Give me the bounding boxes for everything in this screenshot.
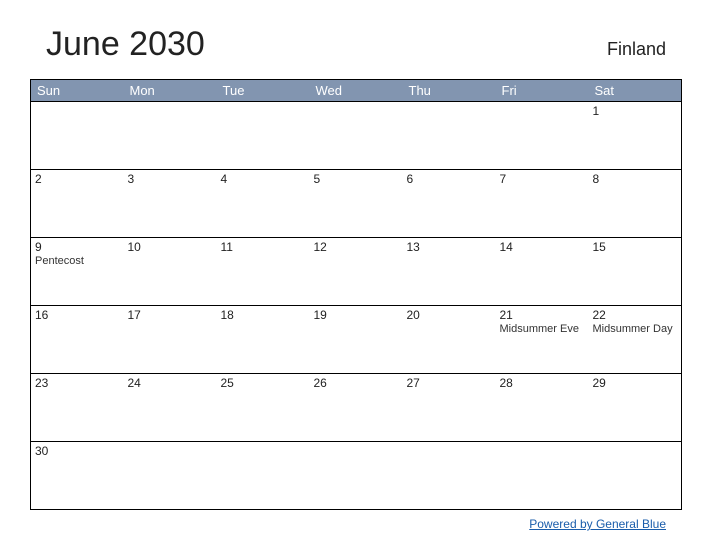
week-row: 23 24 25 26 27 28 29 bbox=[31, 374, 682, 442]
day-cell bbox=[403, 102, 496, 170]
day-cell: 8 bbox=[589, 170, 682, 238]
weekday-mon: Mon bbox=[124, 80, 217, 102]
calendar-body: 1 2 3 4 5 6 7 8 9Pentecost 10 11 12 13 1… bbox=[31, 102, 682, 510]
day-cell: 28 bbox=[496, 374, 589, 442]
day-number: 5 bbox=[314, 172, 399, 186]
footer: Powered by General Blue bbox=[30, 515, 682, 533]
day-number: 8 bbox=[593, 172, 678, 186]
day-number: 30 bbox=[35, 444, 120, 458]
week-row: 16 17 18 19 20 21Midsummer Eve 22Midsumm… bbox=[31, 306, 682, 374]
day-cell: 11 bbox=[217, 238, 310, 306]
day-number: 4 bbox=[221, 172, 306, 186]
day-cell bbox=[496, 442, 589, 510]
week-row: 1 bbox=[31, 102, 682, 170]
day-cell: 5 bbox=[310, 170, 403, 238]
day-event: Midsummer Day bbox=[593, 323, 678, 335]
weekday-tue: Tue bbox=[217, 80, 310, 102]
day-number: 22 bbox=[593, 308, 678, 322]
day-cell: 21Midsummer Eve bbox=[496, 306, 589, 374]
day-cell: 2 bbox=[31, 170, 124, 238]
day-number: 10 bbox=[128, 240, 213, 254]
day-cell: 4 bbox=[217, 170, 310, 238]
day-cell: 1 bbox=[589, 102, 682, 170]
day-cell bbox=[496, 102, 589, 170]
day-number: 6 bbox=[407, 172, 492, 186]
weekday-sun: Sun bbox=[31, 80, 124, 102]
day-cell: 18 bbox=[217, 306, 310, 374]
page-title: June 2030 bbox=[46, 25, 205, 64]
day-cell: 25 bbox=[217, 374, 310, 442]
weekday-fri: Fri bbox=[496, 80, 589, 102]
day-number: 25 bbox=[221, 376, 306, 390]
day-number: 20 bbox=[407, 308, 492, 322]
day-number: 17 bbox=[128, 308, 213, 322]
day-cell: 16 bbox=[31, 306, 124, 374]
day-cell: 17 bbox=[124, 306, 217, 374]
day-number: 7 bbox=[500, 172, 585, 186]
day-cell bbox=[589, 442, 682, 510]
weekday-wed: Wed bbox=[310, 80, 403, 102]
day-cell: 24 bbox=[124, 374, 217, 442]
day-cell: 15 bbox=[589, 238, 682, 306]
day-number: 16 bbox=[35, 308, 120, 322]
day-cell: 27 bbox=[403, 374, 496, 442]
day-number: 12 bbox=[314, 240, 399, 254]
day-number: 19 bbox=[314, 308, 399, 322]
weekday-sat: Sat bbox=[589, 80, 682, 102]
day-event: Pentecost bbox=[35, 255, 120, 267]
powered-by-link[interactable]: Powered by General Blue bbox=[529, 517, 666, 531]
day-cell: 7 bbox=[496, 170, 589, 238]
day-cell: 20 bbox=[403, 306, 496, 374]
day-number: 9 bbox=[35, 240, 120, 254]
day-cell: 13 bbox=[403, 238, 496, 306]
day-number: 2 bbox=[35, 172, 120, 186]
day-cell: 23 bbox=[31, 374, 124, 442]
day-cell: 29 bbox=[589, 374, 682, 442]
day-number: 23 bbox=[35, 376, 120, 390]
day-cell: 19 bbox=[310, 306, 403, 374]
week-row: 30 bbox=[31, 442, 682, 510]
day-cell: 3 bbox=[124, 170, 217, 238]
day-number: 26 bbox=[314, 376, 399, 390]
day-cell bbox=[217, 102, 310, 170]
day-number: 13 bbox=[407, 240, 492, 254]
day-number: 24 bbox=[128, 376, 213, 390]
weekday-thu: Thu bbox=[403, 80, 496, 102]
day-cell: 30 bbox=[31, 442, 124, 510]
calendar-header: June 2030 Finland bbox=[30, 25, 682, 64]
day-cell: 26 bbox=[310, 374, 403, 442]
day-cell bbox=[403, 442, 496, 510]
weekday-header-row: Sun Mon Tue Wed Thu Fri Sat bbox=[31, 80, 682, 102]
day-cell: 12 bbox=[310, 238, 403, 306]
region-label: Finland bbox=[607, 39, 666, 60]
day-number: 28 bbox=[500, 376, 585, 390]
day-number: 29 bbox=[593, 376, 678, 390]
day-number: 3 bbox=[128, 172, 213, 186]
day-event: Midsummer Eve bbox=[500, 323, 585, 335]
day-number: 18 bbox=[221, 308, 306, 322]
day-cell: 14 bbox=[496, 238, 589, 306]
day-number: 27 bbox=[407, 376, 492, 390]
day-cell bbox=[124, 442, 217, 510]
week-row: 2 3 4 5 6 7 8 bbox=[31, 170, 682, 238]
day-cell: 6 bbox=[403, 170, 496, 238]
day-cell bbox=[31, 102, 124, 170]
day-cell bbox=[310, 442, 403, 510]
day-cell bbox=[310, 102, 403, 170]
day-cell: 9Pentecost bbox=[31, 238, 124, 306]
day-cell: 22Midsummer Day bbox=[589, 306, 682, 374]
calendar-table: Sun Mon Tue Wed Thu Fri Sat 1 2 3 4 5 6 … bbox=[30, 79, 682, 510]
week-row: 9Pentecost 10 11 12 13 14 15 bbox=[31, 238, 682, 306]
day-cell bbox=[217, 442, 310, 510]
day-number: 21 bbox=[500, 308, 585, 322]
day-number: 15 bbox=[593, 240, 678, 254]
day-number: 14 bbox=[500, 240, 585, 254]
day-cell bbox=[124, 102, 217, 170]
day-number: 1 bbox=[593, 104, 678, 118]
day-cell: 10 bbox=[124, 238, 217, 306]
day-number: 11 bbox=[221, 240, 306, 254]
